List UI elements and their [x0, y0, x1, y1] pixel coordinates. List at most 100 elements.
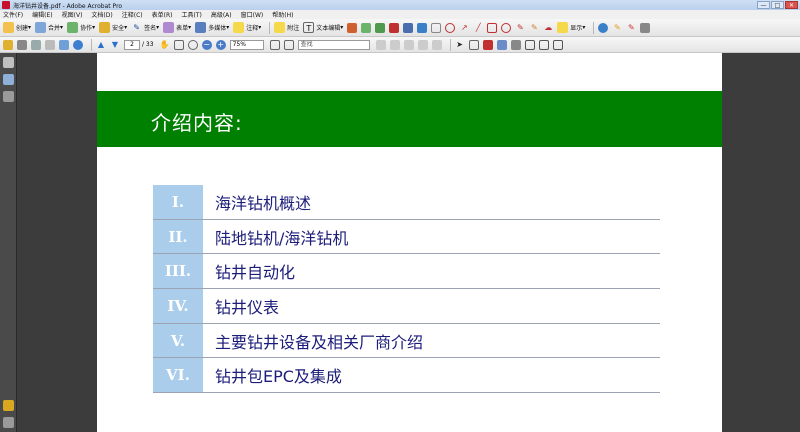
ellipse-icon[interactable]: [445, 22, 456, 33]
find-input[interactable]: 查找: [297, 39, 370, 50]
underline-icon[interactable]: [375, 22, 386, 33]
menu-advanced[interactable]: 高级(A): [211, 10, 232, 19]
crop-icon[interactable]: [510, 39, 521, 50]
menu-document[interactable]: 文档(D): [91, 10, 112, 19]
contents-list: I. 海洋钻机概述 II. 陆地钻机/海洋钻机 III. 钻井自动化 IV. 钻…: [153, 185, 660, 394]
zoom-tool-icon[interactable]: [187, 39, 198, 50]
object-icon[interactable]: [496, 39, 507, 50]
show-button[interactable]: 显示 ▾: [557, 22, 585, 33]
print-icon[interactable]: [17, 39, 27, 50]
note-button[interactable]: 附注: [274, 22, 299, 33]
forms-button[interactable]: 表单 ▾: [163, 22, 191, 33]
circle-icon[interactable]: [501, 22, 512, 33]
stamp-icon[interactable]: [347, 22, 358, 33]
menu-window[interactable]: 窗口(W): [241, 10, 264, 19]
secure-button[interactable]: 安全 ▾: [99, 22, 127, 33]
collaborate-icon: [67, 22, 79, 33]
navigation-panel: [0, 53, 17, 432]
pencil-icon[interactable]: ✎: [515, 23, 525, 33]
signatures-icon[interactable]: [3, 91, 14, 102]
next-page-icon[interactable]: ▼: [110, 40, 120, 50]
line-icon[interactable]: ╱: [473, 23, 483, 33]
attach-icon[interactable]: [403, 22, 414, 33]
pencil-eraser-icon[interactable]: ✎: [529, 23, 539, 33]
link-tool-icon[interactable]: [524, 39, 535, 50]
email-icon[interactable]: [45, 39, 55, 50]
toolbar-divider: [593, 21, 595, 34]
page-display-icon[interactable]: [403, 39, 414, 50]
bookmarks-icon[interactable]: [3, 74, 14, 85]
menu-tools[interactable]: 工具(T): [181, 10, 201, 19]
zoom-in-icon[interactable]: +: [215, 39, 226, 50]
acrobat-logo-icon: [2, 1, 10, 9]
page-number-input[interactable]: 2: [124, 39, 140, 50]
rectangle-icon[interactable]: [487, 22, 498, 33]
lock-icon: [99, 22, 111, 33]
menu-file[interactable]: 文件(F): [3, 10, 23, 19]
article-tool-icon[interactable]: [538, 39, 549, 50]
eraser-icon[interactable]: [640, 22, 651, 33]
menu-edit[interactable]: 编辑(E): [32, 10, 52, 19]
toolbar-divider: [449, 38, 451, 51]
cursor-icon[interactable]: ➤: [455, 40, 465, 50]
item-number: IV.: [153, 289, 203, 323]
export-icon[interactable]: [59, 39, 69, 50]
list-item: II. 陆地钻机/海洋钻机: [153, 219, 660, 255]
zoom-level-select[interactable]: 75%: [229, 39, 264, 50]
window-title: 海洋钻井设备.pdf - Adobe Acrobat Pro: [13, 2, 123, 10]
comment-icon: [233, 22, 245, 33]
multimedia-button[interactable]: 多媒体 ▾: [195, 22, 229, 33]
attachment-icon[interactable]: [3, 417, 14, 428]
find-next-icon[interactable]: [389, 39, 400, 50]
callout-icon[interactable]: [417, 22, 428, 33]
item-text: 钻井仪表: [215, 297, 280, 317]
collaborate-button[interactable]: 协作 ▾: [67, 22, 95, 33]
hand-tool-icon[interactable]: ✋: [160, 40, 170, 50]
strikethrough-icon[interactable]: [389, 22, 400, 33]
task-toolbar: 创建 ▾ 合并 ▾ 协作 ▾ 安全 ▾ ✎ 签名 ▾ 表单 ▾ 多媒体 ▾ 注释 ▾ 附注 T 文本…: [0, 19, 800, 37]
text-edit-button[interactable]: T 文本编辑 ▾: [303, 22, 343, 33]
snapshot-icon[interactable]: [552, 39, 563, 50]
document-pane[interactable]: 介绍内容: I. 海洋钻机概述 II. 陆地钻机/海洋钻机 III. 钻井自动化…: [17, 53, 800, 432]
highlighter-icon[interactable]: ✎: [612, 23, 622, 33]
pdf-page: 介绍内容: I. 海洋钻机概述 II. 陆地钻机/海洋钻机 III. 钻井自动化…: [97, 53, 722, 432]
save-icon[interactable]: [31, 39, 41, 50]
review-icon[interactable]: [73, 39, 83, 50]
menu-comments[interactable]: 注释(C): [122, 10, 143, 19]
open-folder-icon[interactable]: [3, 39, 13, 50]
comment-button[interactable]: 注释 ▾: [233, 22, 261, 33]
find-previous-icon[interactable]: [375, 39, 386, 50]
fit-width-icon[interactable]: [283, 39, 294, 50]
textbox-icon[interactable]: [431, 22, 442, 33]
fit-page-icon[interactable]: [269, 39, 280, 50]
toolbar-divider: [91, 38, 92, 51]
menu-help[interactable]: 帮助(H): [272, 10, 293, 19]
menu-forms[interactable]: 表单(R): [152, 10, 173, 19]
cloud-icon[interactable]: ☁: [543, 23, 553, 33]
item-text: 钻井包EPC及集成: [215, 367, 342, 387]
maximize-button[interactable]: □: [771, 1, 784, 9]
pages-icon[interactable]: [3, 57, 14, 68]
menu-view[interactable]: 视图(V): [62, 10, 83, 19]
security-key-icon[interactable]: [3, 400, 14, 411]
highlight-icon[interactable]: [361, 22, 372, 33]
globe-icon[interactable]: [598, 22, 609, 33]
single-page-icon[interactable]: [417, 39, 428, 50]
minimize-button[interactable]: —: [757, 1, 770, 9]
sticky-note-icon: [274, 22, 286, 33]
combine-button[interactable]: 合并 ▾: [35, 22, 63, 33]
marker-icon[interactable]: ✎: [626, 23, 636, 33]
item-number: II.: [153, 219, 203, 254]
previous-page-icon[interactable]: ▲: [96, 40, 106, 50]
navigation-toolbar: ▲ ▼ 2 / 33 ✋ − + 75% 查找 ➤: [0, 37, 800, 53]
arrow-icon[interactable]: ↗: [459, 23, 469, 33]
zoom-out-icon[interactable]: −: [201, 39, 212, 50]
create-button[interactable]: 创建 ▾: [3, 22, 31, 33]
text-select-icon[interactable]: [468, 39, 479, 50]
touchup-icon[interactable]: [482, 39, 493, 50]
select-tool-icon[interactable]: [173, 39, 184, 50]
toolbar-divider: [269, 21, 271, 34]
close-button[interactable]: ✕: [785, 1, 798, 9]
sign-button[interactable]: ✎ 签名 ▾: [131, 22, 159, 33]
continuous-icon[interactable]: [431, 39, 442, 50]
